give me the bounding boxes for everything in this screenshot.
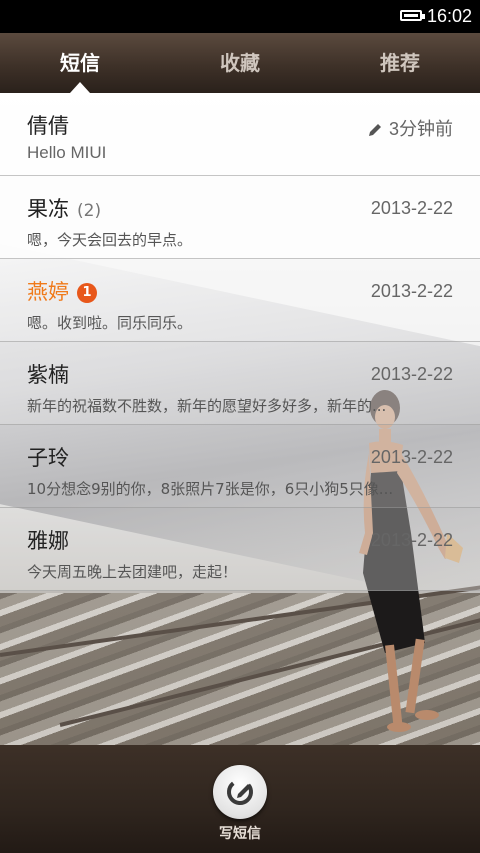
compose-button[interactable] xyxy=(213,765,267,819)
message-date: 2013-2-22 xyxy=(370,530,453,550)
message-date: 2013-2-22 xyxy=(370,364,453,384)
message-preview: 嗯。收到啦。同乐同乐。 xyxy=(27,314,193,332)
conversation-row[interactable]: 倩倩 3分钟前 Hello MIUI xyxy=(0,93,480,176)
conversation-list: 倩倩 3分钟前 Hello MIUI 果冻 (2) 2013-2-22 嗯，今天会… xyxy=(0,93,480,591)
message-date: 2013-2-22 xyxy=(370,281,453,301)
battery-icon xyxy=(400,10,425,21)
compose-icon xyxy=(227,779,253,805)
message-preview: 10分想念9别的你，8张照片7张是你，6只小狗5只像... xyxy=(27,480,394,498)
message-count: (2) xyxy=(77,201,102,221)
status-bar: 16:02 xyxy=(0,0,480,33)
tab-recommended[interactable]: 推荐 xyxy=(320,33,480,93)
contact-name: 燕婷 1 xyxy=(27,276,97,306)
compose-label[interactable]: 写短信 xyxy=(190,823,290,843)
message-preview: Hello MIUI xyxy=(27,143,107,162)
conversation-row[interactable]: 紫楠 2013-2-22 新年的祝福数不胜数，新年的愿望好多好多，新年的... xyxy=(0,342,480,425)
contact-name: 子玲 xyxy=(27,446,69,470)
message-date: 2013-2-22 xyxy=(370,447,453,467)
message-date: 2013-2-22 xyxy=(370,198,453,218)
unread-badge: 1 xyxy=(77,283,97,303)
contact-name-text: 燕婷 xyxy=(27,280,69,304)
bottom-bar: 写短信 xyxy=(0,745,480,853)
conversation-row[interactable]: 果冻 (2) 2013-2-22 嗯，今天会回去的早点。 xyxy=(0,176,480,259)
contact-name-text: 果冻 xyxy=(27,197,69,221)
conversation-row[interactable]: 燕婷 1 2013-2-22 嗯。收到啦。同乐同乐。 xyxy=(0,259,480,342)
status-time: 16:02 xyxy=(426,6,472,26)
contact-name: 雅娜 xyxy=(27,529,69,553)
conversation-row[interactable]: 雅娜 2013-2-22 今天周五晚上去团建吧，走起！ xyxy=(0,508,480,591)
message-preview: 今天周五晚上去团建吧，走起！ xyxy=(27,563,238,581)
message-preview: 嗯，今天会回去的早点。 xyxy=(27,231,193,249)
contact-name: 紫楠 xyxy=(27,363,69,387)
contact-name: 果冻 (2) xyxy=(27,193,101,223)
contact-name: 倩倩 xyxy=(27,114,69,138)
message-preview: 新年的祝福数不胜数，新年的愿望好多好多，新年的... xyxy=(27,397,387,415)
tab-favorites[interactable]: 收藏 xyxy=(160,33,320,93)
draft-pencil-icon xyxy=(368,121,383,142)
message-date: 3分钟前 xyxy=(368,115,453,142)
active-tab-indicator xyxy=(70,82,90,93)
conversation-row[interactable]: 子玲 2013-2-22 10分想念9别的你，8张照片7张是你，6只小狗5只像.… xyxy=(0,425,480,508)
message-date-text: 3分钟前 xyxy=(388,119,453,139)
